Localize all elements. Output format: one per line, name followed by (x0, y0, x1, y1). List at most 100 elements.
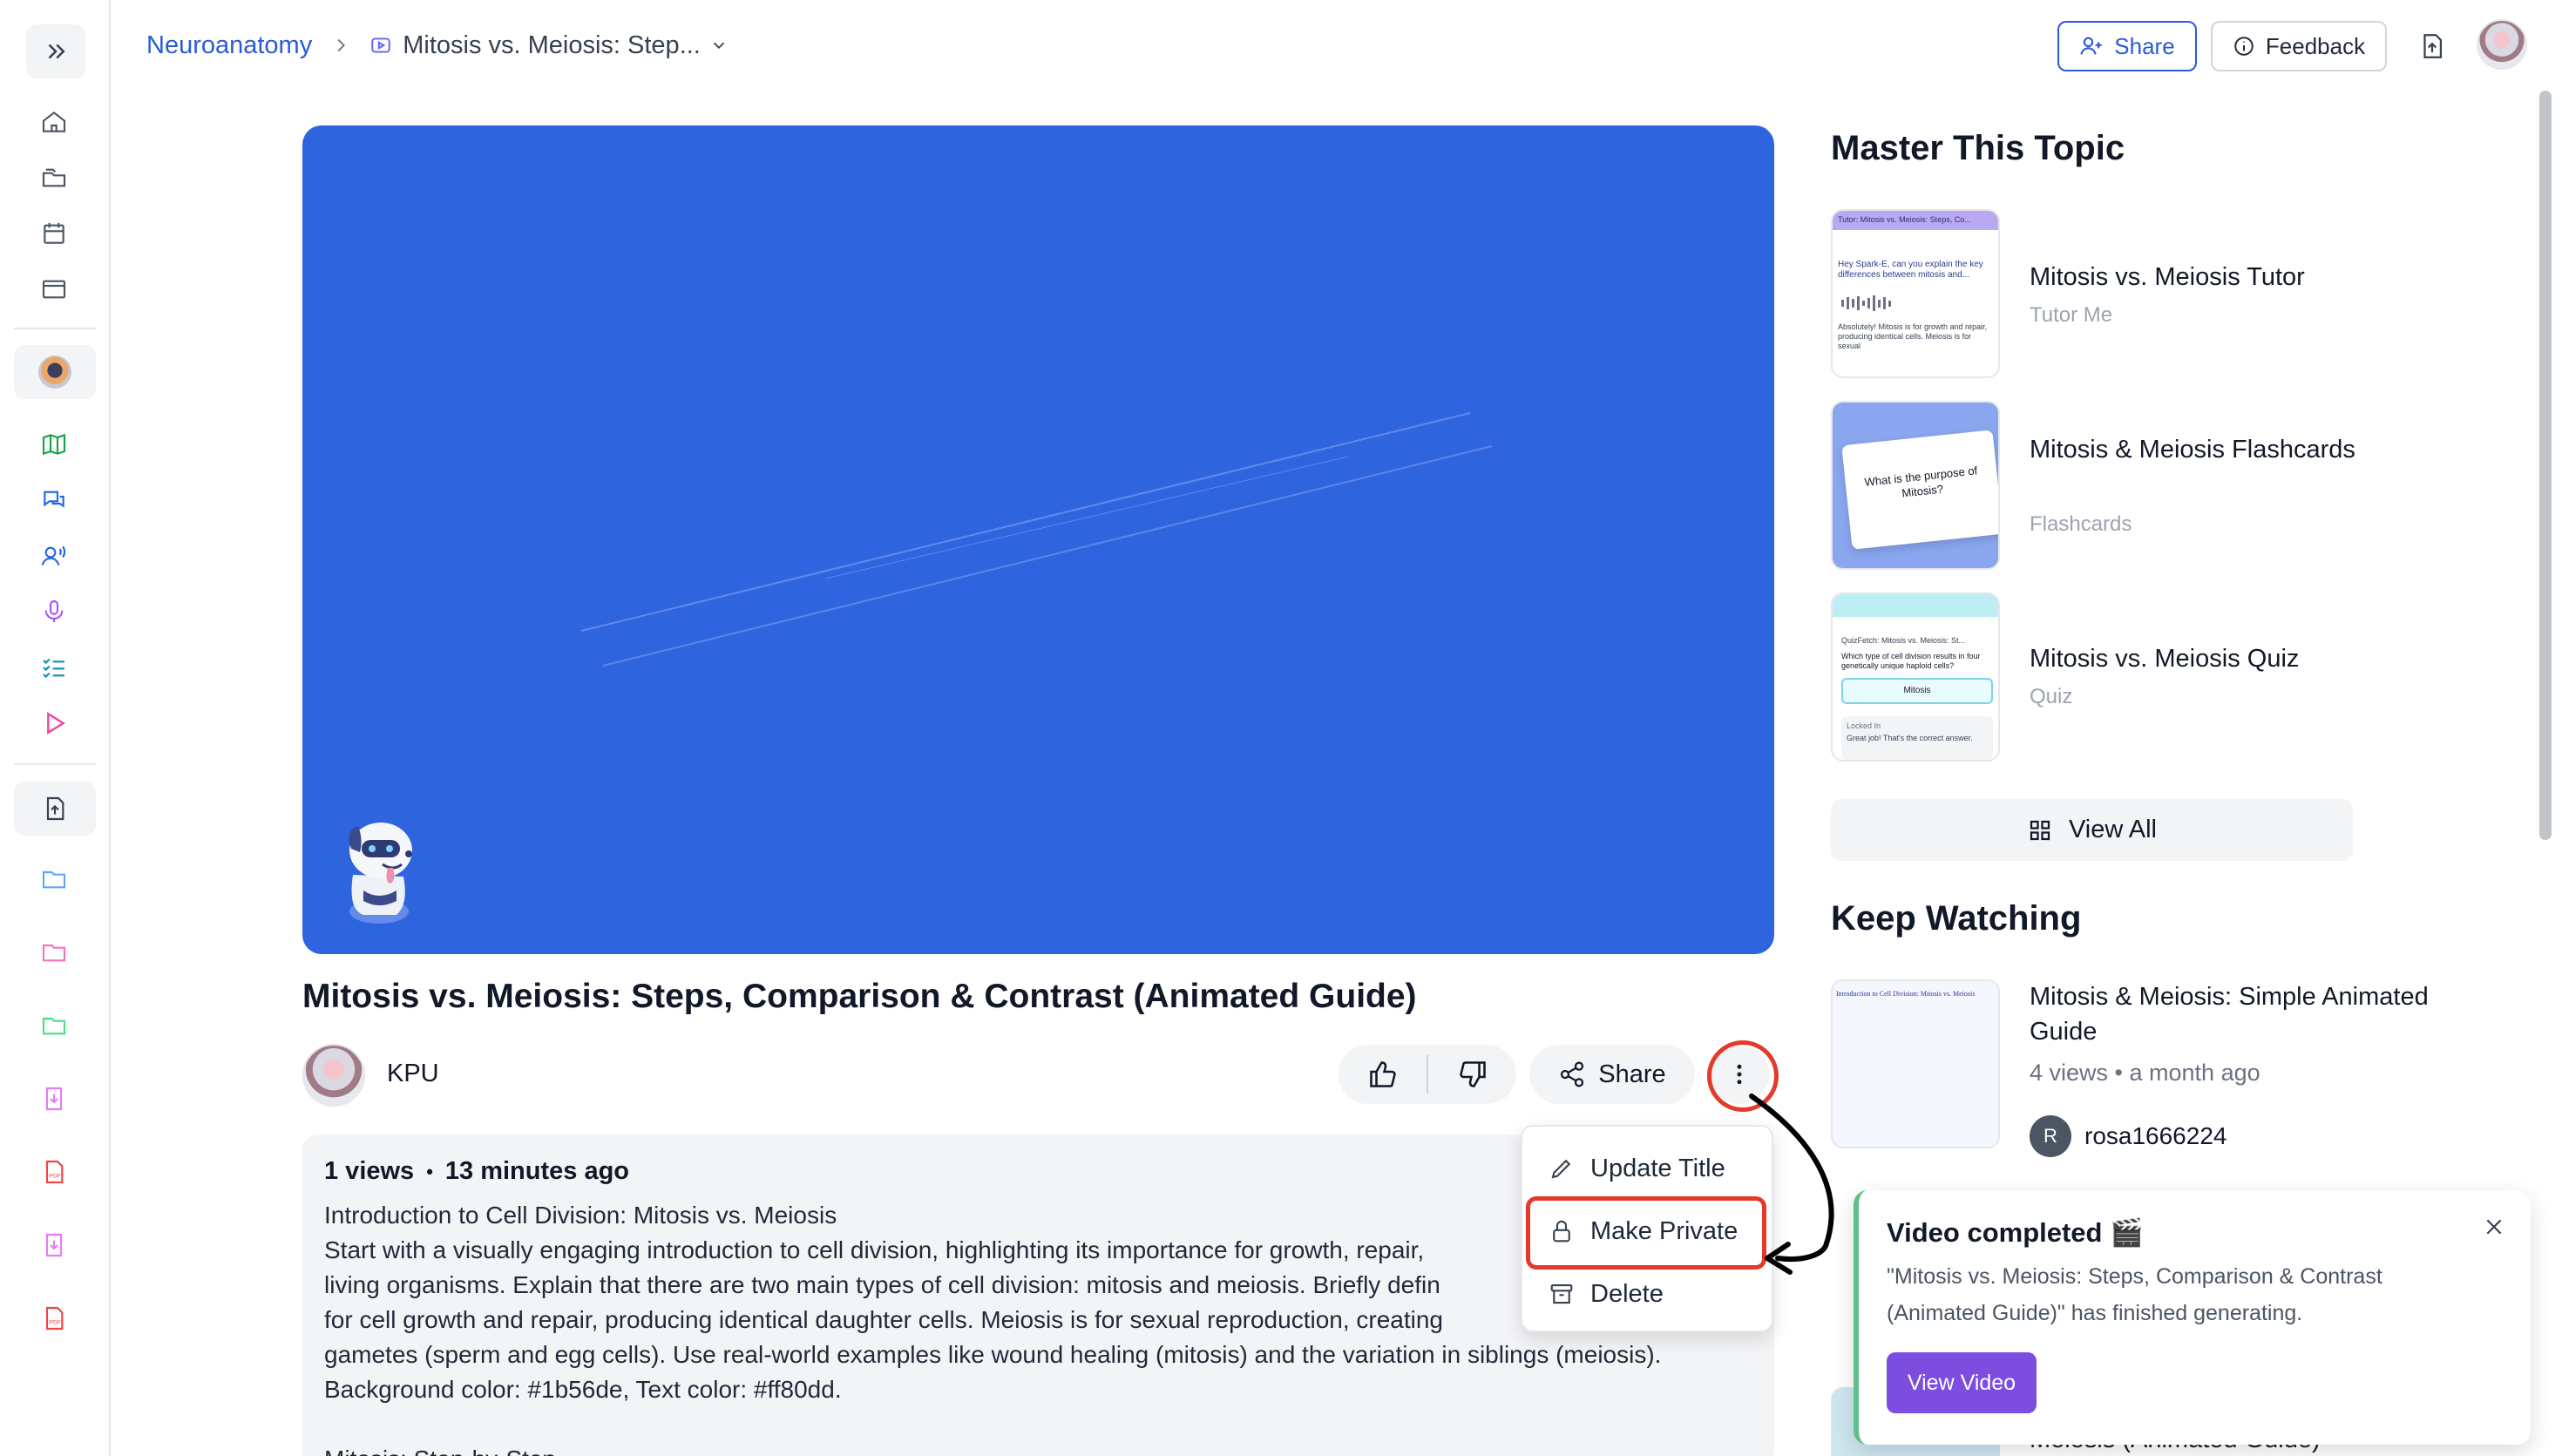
file-download-icon (45, 1233, 63, 1257)
folder-green-button[interactable] (28, 1001, 80, 1050)
feedback-button[interactable]: Feedback (2211, 21, 2387, 71)
svg-text:PDF: PDF (50, 1320, 61, 1326)
thumb-text: QuizFetch: Mitosis vs. Meiosis: St... (1841, 636, 1966, 645)
quiz-option-box: Mitosis (1841, 678, 1993, 704)
like-button[interactable] (1339, 1045, 1427, 1104)
file-download-button[interactable] (28, 1221, 80, 1270)
video-nav-button[interactable] (28, 699, 80, 748)
upload-file-icon (46, 796, 64, 821)
thumb-text: Absolutely! Mitosis is for growth and re… (1838, 322, 1988, 350)
file-download-button[interactable] (28, 1074, 80, 1123)
upload-file-icon (2423, 34, 2443, 58)
pdf-file-button[interactable]: PDF (28, 1148, 80, 1196)
folder-blue-button[interactable] (28, 855, 80, 904)
file-download-icon (45, 1087, 63, 1111)
video-player[interactable] (302, 125, 1774, 954)
thumb-text: What is the purpose of Mitosis? (1863, 464, 1978, 500)
breadcrumb-current-label: Mitosis vs. Meiosis: Step... (403, 30, 701, 59)
header-share-button[interactable]: Share (2057, 21, 2197, 71)
video-thumbnail: Introduction to Cell Division: Mitosis v… (1831, 979, 2000, 1148)
map-nav-button[interactable] (28, 420, 80, 469)
card-age: a month ago (2129, 1060, 2260, 1086)
thumb-text: Mitosis (1903, 686, 1931, 695)
video-share-button[interactable]: Share (1529, 1045, 1695, 1104)
master-card-flashcards[interactable]: What is the purpose of Mitosis? Mitosis … (1831, 401, 2441, 570)
flashcards-thumbnail: What is the purpose of Mitosis? (1831, 401, 2000, 570)
browser-nav-button[interactable] (28, 265, 80, 314)
record-nav-button[interactable] (28, 587, 80, 636)
home-nav-button[interactable] (28, 98, 80, 146)
calendar-nav-button[interactable] (28, 209, 80, 258)
close-icon[interactable] (2478, 1211, 2510, 1243)
microphone-icon (44, 599, 64, 622)
archive-icon (1550, 1283, 1573, 1304)
view-all-button[interactable]: View All (1831, 799, 2353, 861)
video-title: Mitosis vs. Meiosis: Steps, Comparison &… (302, 978, 1417, 1015)
robot-dog-mascot-icon (349, 823, 412, 924)
card-views: 4 views (2030, 1060, 2109, 1086)
breadcrumb: Neuroanatomy Mitosis vs. Meiosis: Step..… (146, 26, 729, 64)
channel-avatar[interactable] (302, 1044, 365, 1107)
thumb-text: Hey Spark-E, can you explain the key dif… (1838, 260, 1983, 280)
voice-tutor-nav-button[interactable] (28, 532, 80, 580)
workspace-avatar-button[interactable] (14, 345, 96, 399)
card-title: Mitosis & Meiosis: Simple Animated Guide (2030, 983, 2429, 1046)
card-title: Mitosis vs. Meiosis Tutor (2030, 263, 2305, 291)
thumb-text: Great job! That's the correct answer. (1847, 734, 1973, 742)
breadcrumb-root-link[interactable]: Neuroanatomy (146, 31, 312, 60)
calendar-icon (44, 223, 64, 244)
view-all-label: View All (2068, 816, 2158, 843)
card-subtitle: Flashcards (2030, 512, 2132, 536)
rating-group (1339, 1045, 1516, 1104)
upload-nav-button[interactable] (14, 782, 96, 836)
quiz-nav-button[interactable] (28, 643, 80, 692)
page-scrollbar[interactable] (2539, 91, 2552, 840)
thumb-text: Tutor: Mitosis vs. Meiosis: Steps, Co... (1838, 215, 1971, 224)
view-video-button[interactable]: View Video (1887, 1352, 2037, 1413)
flashcard-preview: What is the purpose of Mitosis? (1841, 430, 1998, 550)
folder-pink-button[interactable] (28, 928, 80, 977)
waveform-icon (1841, 295, 1989, 312)
grid-icon (2030, 820, 2050, 840)
left-rail: PDF PDF (0, 0, 111, 1456)
channel-name[interactable]: KPU (387, 1060, 439, 1088)
speaking-person-icon (41, 545, 66, 565)
thumbs-down-icon (1459, 1061, 1486, 1087)
export-button[interactable] (2410, 24, 2454, 68)
video-share-label: Share (1598, 1060, 1666, 1088)
library-nav-button[interactable] (28, 153, 80, 202)
checklist-icon (43, 658, 64, 679)
keep-watching-card[interactable]: Introduction to Cell Division: Mitosis v… (1831, 979, 2441, 1168)
toast-message: "Mitosis vs. Meiosis: Steps, Comparison … (1887, 1264, 2382, 1325)
menu-item-label: Delete (1590, 1279, 1664, 1308)
thumb-text: Locked In (1847, 721, 1881, 730)
keep-watching-heading: Keep Watching (1831, 899, 2082, 938)
window-icon (42, 280, 66, 299)
header-share-label: Share (2114, 32, 2175, 59)
chat-bubbles-icon (44, 491, 64, 508)
user-avatar[interactable] (2477, 19, 2527, 70)
rail-divider (14, 763, 96, 765)
home-icon (42, 111, 66, 132)
expand-sidebar-button[interactable] (26, 24, 85, 78)
pencil-icon (1551, 1159, 1571, 1179)
master-card-tutor[interactable]: Tutor: Mitosis vs. Meiosis: Steps, Co...… (1831, 209, 2441, 378)
quiz-thumbnail: QuizFetch: Mitosis vs. Meiosis: St... Wh… (1831, 593, 2000, 762)
menu-item-label: Update Title (1590, 1154, 1725, 1182)
meta-separator: • (426, 1160, 433, 1182)
card-title: Mitosis & Meiosis Flashcards (2030, 436, 2355, 464)
folder-icon (42, 944, 66, 962)
info-icon (2234, 37, 2254, 56)
pdf-file-button[interactable]: PDF (28, 1294, 80, 1343)
thumb-text: Which type of cell division results in f… (1841, 652, 1981, 670)
map-icon (42, 433, 66, 456)
master-card-quiz[interactable]: QuizFetch: Mitosis vs. Meiosis: St... Wh… (1831, 593, 2441, 762)
uploader-name[interactable]: rosa1666224 (2084, 1122, 2226, 1150)
breadcrumb-current-dropdown[interactable]: Mitosis vs. Meiosis: Step... (369, 31, 729, 60)
chat-nav-button[interactable] (28, 476, 80, 525)
meta-separator: • (2114, 1060, 2130, 1086)
play-icon (47, 712, 65, 735)
uploader-avatar[interactable]: R (2030, 1115, 2071, 1157)
chevron-right-icon (331, 36, 350, 55)
dislike-button[interactable] (1428, 1045, 1516, 1104)
